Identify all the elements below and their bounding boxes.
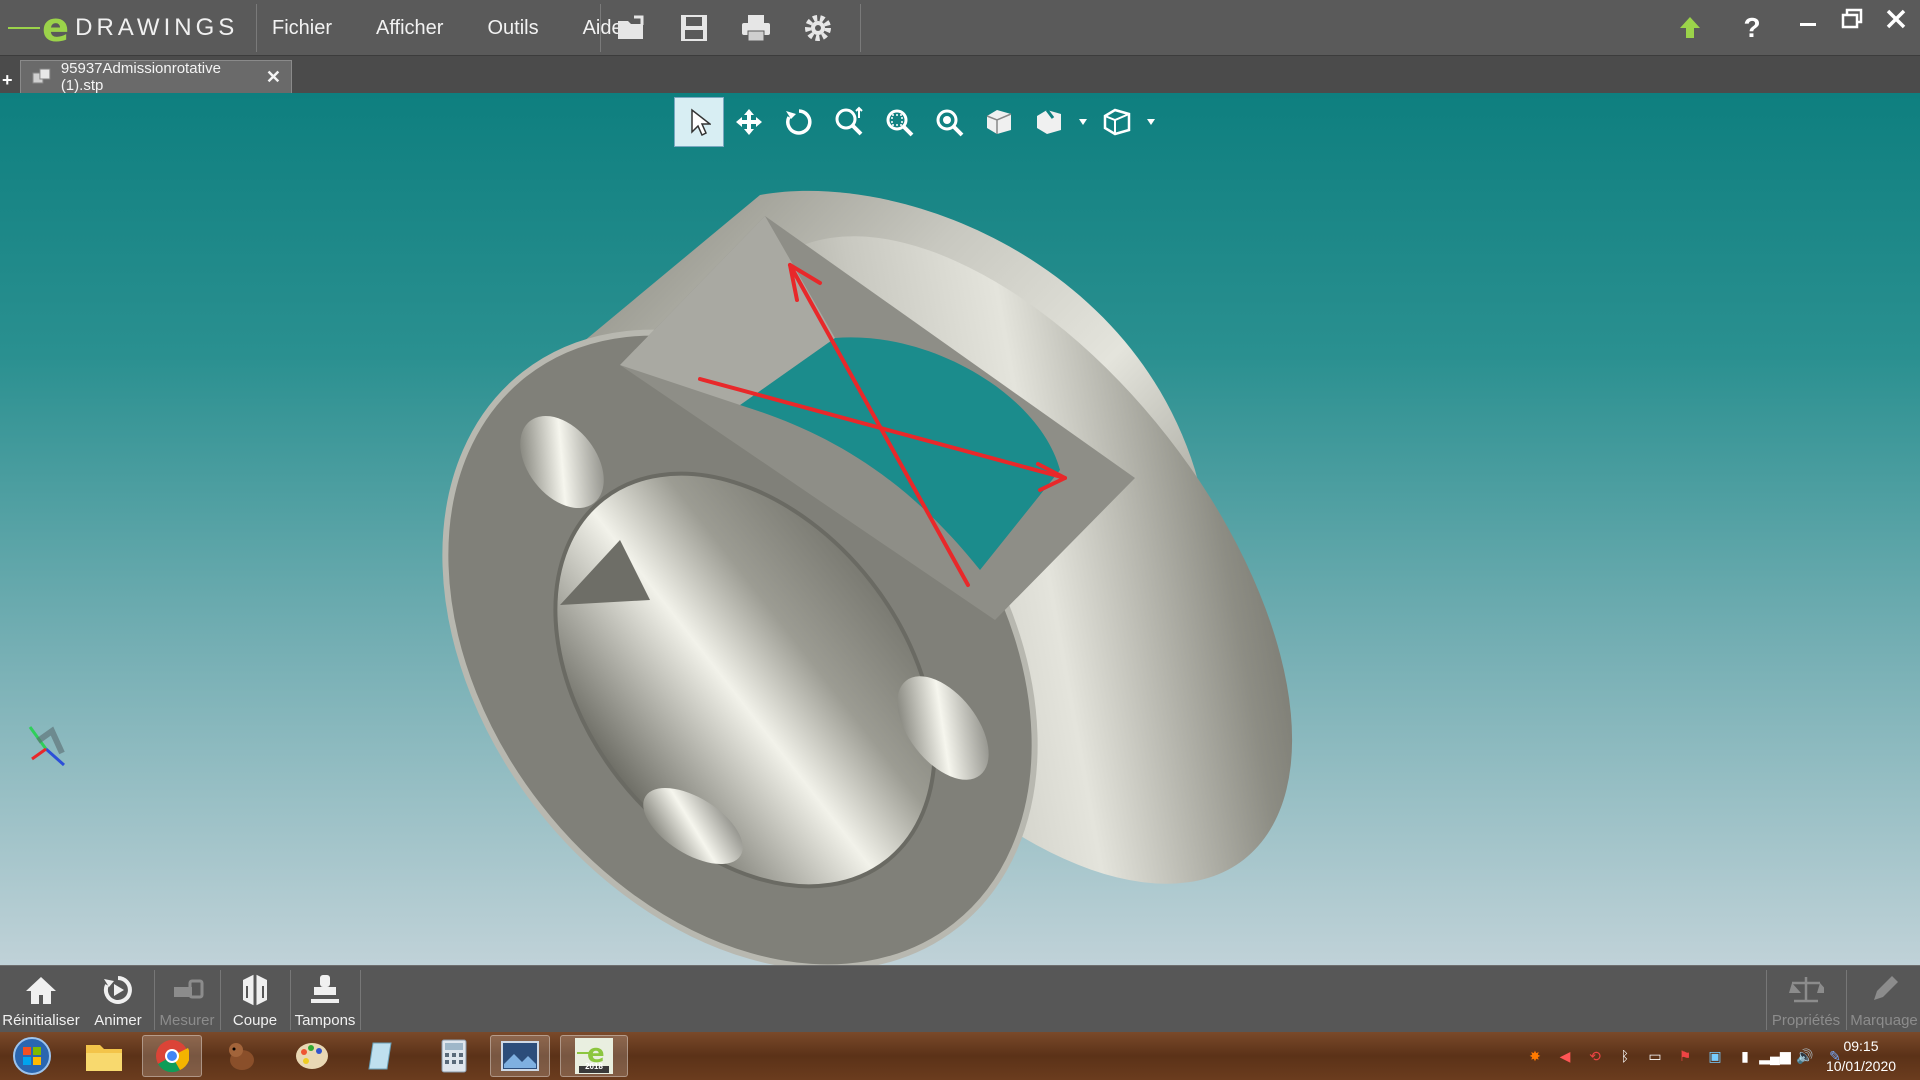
divider [256,4,257,52]
chrome-icon [156,1040,189,1073]
calculator-icon [441,1039,467,1073]
menu-fichier[interactable]: Fichier [272,17,332,40]
clock-time: 09:15 [1843,1038,1879,1054]
assembly-file-icon [32,68,51,84]
upgrade-arrow-icon [1680,17,1700,38]
menu-bar: Fichier Afficher Outils Aide [258,0,653,56]
stamps-label: Tampons [294,1012,356,1029]
taskbar-calculator[interactable] [424,1035,484,1077]
paint-icon [296,1043,328,1069]
measure-label: Mesurer [159,1012,215,1029]
open-button[interactable] [614,10,650,46]
divider [154,970,155,1030]
taskbar-notes[interactable] [352,1035,412,1077]
app-dog-icon [229,1043,254,1070]
minimize-button[interactable] [1788,4,1828,34]
start-orb-icon [13,1037,51,1075]
start-button[interactable] [4,1035,60,1077]
bottom-toolbar: Réinitialiser Animer Mesurer Coupe Tampo… [0,965,1920,1032]
divider [600,4,601,52]
menu-afficher[interactable]: Afficher [376,17,443,40]
system-tray: ✸ ◀ ⟲ ᛒ ▭ ⚑ ▣ ▮ ▂▄▆ 🔊 ✎ [1520,1032,1850,1080]
stamps-button[interactable]: Tampons [292,966,358,1033]
close-icon [1886,9,1906,29]
windows-taskbar: e 2018 ✸ ◀ ⟲ ᛒ ▭ ⚑ ▣ ▮ ▂▄▆ 🔊 ✎ 09:15 10/… [0,1032,1920,1080]
help-button[interactable]: ? [1734,10,1770,46]
settings-button[interactable] [800,10,836,46]
display-icon[interactable]: ▭ [1643,1044,1667,1068]
divider [360,970,361,1030]
wifi-signal-icon[interactable]: ▂▄▆ [1759,1044,1790,1068]
taskbar-photo-viewer[interactable] [490,1035,550,1077]
clock-date: 10/01/2020 [1825,1058,1897,1074]
markup-label: Marquage [1850,1012,1918,1029]
logo-arrow-icon [8,27,40,29]
upgrade-button[interactable] [1672,10,1708,46]
divider [220,970,221,1030]
minimize-icon [1800,23,1816,26]
action-center-icon[interactable]: ⚑ [1673,1044,1697,1068]
speaker-icon[interactable]: 🔊 [1793,1044,1817,1068]
markup-button[interactable]: Marquage [1848,966,1920,1033]
reset-button[interactable]: Réinitialiser [0,966,82,1033]
taskbar-chrome[interactable] [142,1035,202,1077]
restore-icon [1841,8,1863,29]
sync-icon[interactable]: ⟲ [1583,1044,1607,1068]
measure-icon [174,979,204,999]
properties-icon [1789,977,1824,1003]
avast-icon[interactable]: ✸ [1523,1044,1547,1068]
title-bar: e DRAWINGS Fichier Afficher Outils Aide … [0,0,1920,56]
close-window-button[interactable] [1876,4,1916,34]
photo-viewer-icon [501,1041,539,1071]
stamp-icon [311,975,339,1003]
divider [1766,970,1767,1030]
3d-viewport[interactable] [0,93,1920,965]
document-tab-label: 95937Admissionrotative (1).stp [60,60,221,94]
section-label: Coupe [232,1012,278,1029]
logo-letter: e [42,5,70,51]
logo-text: DRAWINGS [75,14,239,41]
properties-label: Propriétés [1771,1012,1841,1029]
edrawings-year-badge: 2018 [585,1062,603,1071]
edrawings-logo: e DRAWINGS [8,6,238,50]
bluetooth-icon[interactable]: ᛒ [1613,1044,1637,1068]
taskbar-paint[interactable] [282,1035,342,1077]
taskbar-file-explorer[interactable] [74,1035,134,1077]
properties-button[interactable]: Propriétés [1768,966,1844,1033]
document-tab[interactable]: 95937Admissionrotative (1).stp ✕ [20,60,292,94]
section-button[interactable]: Coupe [222,966,288,1033]
divider [860,4,861,52]
divider [290,970,291,1030]
print-icon [742,15,770,42]
measure-button[interactable]: Mesurer [156,966,218,1033]
home-icon [26,977,56,1004]
3d-part-model[interactable] [0,93,1920,965]
animate-button[interactable]: Animer [84,966,152,1033]
close-tab-icon[interactable]: ✕ [266,67,281,88]
axis-triad-icon [28,726,65,767]
notes-icon [368,1042,392,1070]
menu-outils[interactable]: Outils [487,17,538,40]
section-icon [243,974,267,1006]
divider [1846,970,1847,1030]
save-button[interactable] [676,10,712,46]
file-explorer-icon [86,1045,122,1071]
document-tab-bar: 95937Admissionrotative (1).stp ✕ [0,56,1920,94]
print-button[interactable] [738,10,774,46]
system-clock[interactable]: 09:15 10/01/2020 [1818,1036,1904,1076]
animate-icon [103,976,132,1004]
network-adapter-icon[interactable]: ▣ [1703,1044,1727,1068]
battery-icon[interactable]: ▮ [1733,1044,1757,1068]
settings-icon [805,15,831,41]
taskbar-app-dog[interactable] [212,1035,272,1077]
open-icon [618,15,644,39]
restore-button[interactable] [1832,4,1872,34]
taskbar-edrawings[interactable]: e 2018 [560,1035,628,1077]
new-tab-button[interactable]: + [2,70,13,91]
save-icon [681,15,707,41]
animate-label: Animer [94,1012,142,1029]
markup-icon [1874,976,1898,1000]
reset-label: Réinitialiser [2,1012,80,1029]
volume-warning-icon[interactable]: ◀ [1553,1044,1577,1068]
